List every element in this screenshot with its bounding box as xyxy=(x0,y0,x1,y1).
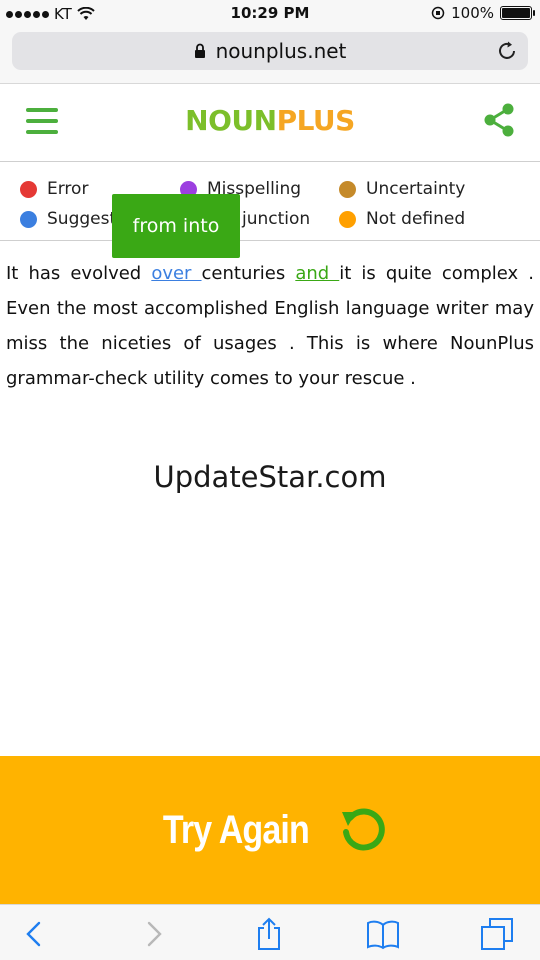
legend-label: Error xyxy=(47,179,89,199)
text-segment: It has evolved xyxy=(6,263,152,284)
suggestion-tooltip[interactable]: from into xyxy=(112,194,240,258)
bookmarks-icon[interactable] xyxy=(366,917,400,951)
text-segment: centuries xyxy=(201,263,296,284)
reload-icon[interactable] xyxy=(496,40,518,62)
legend-label: Not defined xyxy=(366,209,466,229)
logo-plus: PLUS xyxy=(276,104,356,137)
app-header: NOUNPLUS xyxy=(0,84,540,162)
browser-toolbar xyxy=(0,904,540,960)
retry-icon xyxy=(341,808,385,851)
share-sheet-icon[interactable] xyxy=(252,917,286,951)
try-again-button[interactable]: Try Again xyxy=(0,756,540,904)
highlight-conjunction[interactable]: and xyxy=(295,263,339,284)
watermark: UpdateStar.com xyxy=(153,460,387,494)
address-bar[interactable]: nounplus.net xyxy=(12,32,528,70)
legend-item-conjunction: junction xyxy=(242,209,310,229)
highlight-suggestion[interactable]: over xyxy=(151,263,201,284)
suggestion-dot-icon xyxy=(20,210,37,228)
checked-text: It has evolved over centuries and it is … xyxy=(6,256,534,396)
forward-icon[interactable] xyxy=(136,917,170,951)
orientation-lock-icon xyxy=(431,6,445,20)
back-icon[interactable] xyxy=(18,917,52,951)
legend-item-not-defined: Not defined xyxy=(339,209,465,229)
status-bar: KT 10:29 PM 100% xyxy=(0,0,540,28)
legend-label: junction xyxy=(242,209,311,229)
status-right: 100% xyxy=(431,4,535,22)
tabs-icon[interactable] xyxy=(480,917,514,951)
share-icon[interactable] xyxy=(482,102,516,138)
uncertainty-dot-icon xyxy=(339,180,356,198)
logo-noun: NOUN xyxy=(185,104,277,137)
lock-icon xyxy=(194,43,205,58)
legend-item-uncertainty: Uncertainty xyxy=(339,179,465,199)
logo[interactable]: NOUNPLUS xyxy=(0,104,540,137)
try-again-label: Try Again xyxy=(162,807,310,852)
legend-label: Uncertainty xyxy=(366,179,466,199)
battery-percent: 100% xyxy=(451,4,494,22)
battery-icon xyxy=(500,6,535,20)
legend-item-suggestion: Suggest xyxy=(20,209,116,229)
legend-item-error: Error xyxy=(20,179,88,199)
url-text: nounplus.net xyxy=(215,39,347,63)
page: KT 10:29 PM 100% nounplus.net NOUNPLUS E… xyxy=(0,0,540,960)
legend-label: Suggest xyxy=(47,209,117,229)
legend: Error Misspelling Uncertainty Suggest ju… xyxy=(0,163,540,241)
error-dot-icon xyxy=(20,180,37,198)
browser-address-area: nounplus.net xyxy=(0,28,540,84)
not-defined-dot-icon xyxy=(339,210,356,228)
